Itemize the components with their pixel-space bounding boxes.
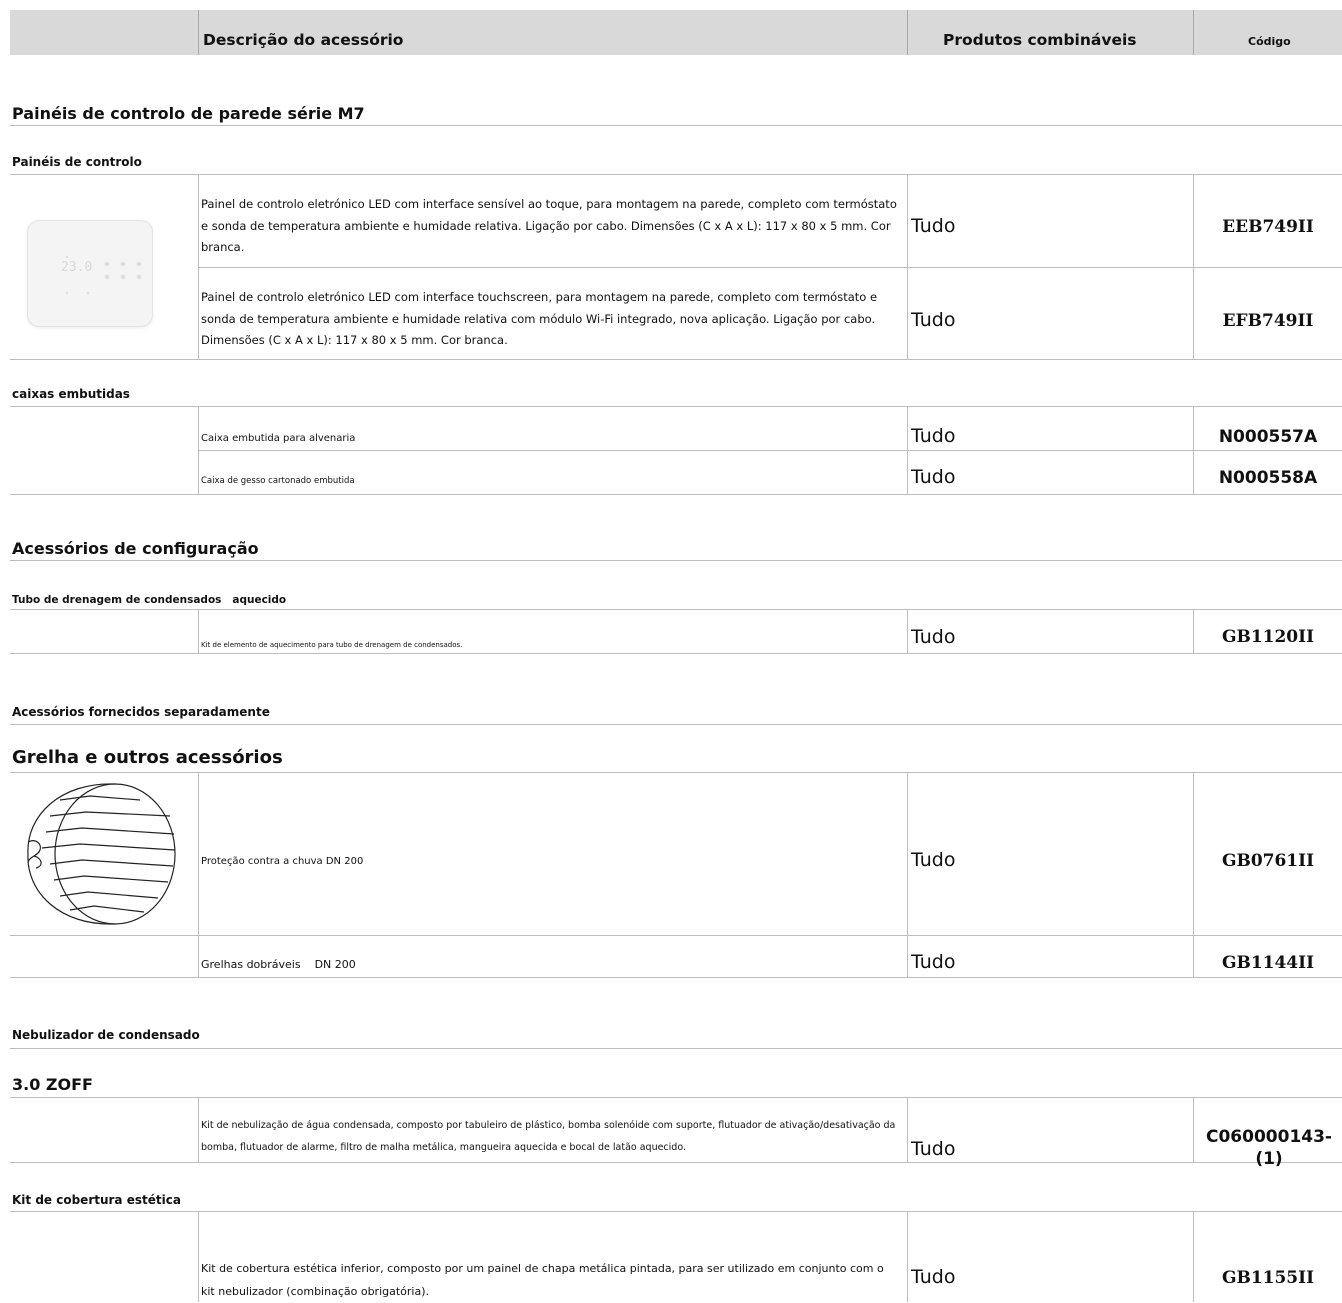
row-description: Grelhas dobráveis DN 200 (201, 958, 356, 971)
row-code: C060000143-(1) (1206, 1127, 1332, 1169)
row-description: Caixa de gesso cartonado embutida (201, 476, 355, 486)
rain-guard-image (27, 783, 176, 925)
row-products: Tudo (911, 215, 956, 237)
row-code: GB1155II (1221, 1268, 1315, 1288)
section-title-config: Acessórios de configuração (12, 539, 259, 558)
row-products: Tudo (911, 466, 956, 488)
row-description: Kit de elemento de aquecimento para tubo… (201, 641, 463, 649)
thermostat-panel-image: 23.0 (27, 220, 153, 327)
row-description: Proteção contra a chuva DN 200 (201, 856, 364, 867)
row-code: GB0761II (1221, 851, 1315, 871)
section-title-zoff: 3.0 ZOFF (12, 1075, 93, 1094)
header-code: Código (1248, 35, 1291, 48)
row-code: N000557A (1218, 427, 1318, 447)
section-title-grille: Grelha e outros acessórios (12, 747, 283, 768)
row-description: Painel de controlo eletrónico LED com in… (201, 290, 878, 347)
row-description: Kit de cobertura estética inferior, comp… (201, 1262, 884, 1298)
row-products: Tudo (911, 626, 956, 648)
row-products: Tudo (911, 309, 956, 331)
row-description: Painel de controlo eletrónico LED com in… (201, 197, 897, 254)
subsection-control-panels: Painéis de controlo (12, 155, 142, 169)
row-products: Tudo (911, 849, 956, 871)
row-products: Tudo (911, 1266, 956, 1288)
subsection-flush-boxes: caixas embutidas (12, 387, 130, 401)
row-products: Tudo (911, 951, 956, 973)
header-description: Descrição do acessório (203, 31, 404, 49)
row-description: Kit de nebulização de água condensada, c… (201, 1120, 896, 1153)
subsection-separate: Acessórios fornecidos separadamente (12, 705, 270, 719)
row-products: Tudo (911, 425, 956, 447)
row-code: GB1120II (1221, 627, 1315, 647)
subsection-heated-drain: Tubo de drenagem de condensados aquecido (12, 594, 287, 606)
row-code: GB1144II (1221, 953, 1315, 973)
section-title-m7: Painéis de controlo de parede série M7 (12, 104, 365, 123)
subsection-nebulizer: Nebulizador de condensado (12, 1028, 200, 1042)
row-description: Caixa embutida para alvenaria (201, 433, 356, 444)
row-code: EEB749II (1222, 217, 1314, 237)
row-products: Tudo (911, 1138, 956, 1160)
row-code: EFB749II (1222, 311, 1314, 331)
header-products: Produtos combináveis (943, 31, 1137, 49)
row-code: N000558A (1218, 468, 1318, 488)
subsection-aesthetic-cover: Kit de cobertura estética (12, 1193, 181, 1207)
thermostat-buttons-icon (65, 255, 142, 295)
